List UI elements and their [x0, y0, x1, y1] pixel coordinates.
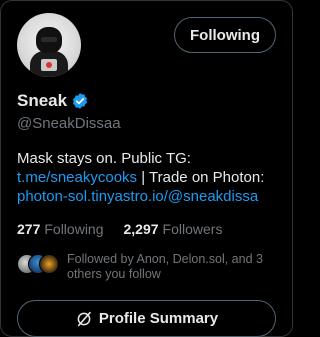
mutual-avatar — [39, 254, 59, 274]
bio: Mask stays on. Public TG: t.me/sneakycoo… — [17, 149, 276, 206]
profile-hover-card: Following Sneak @SneakDissaa Mask stays … — [0, 0, 293, 337]
followed-by-row[interactable]: Followed by Anon, Delon.sol, and 3 other… — [17, 252, 276, 284]
followers-label: Followers — [162, 221, 223, 237]
name-row: Sneak — [17, 91, 276, 111]
telegram-link[interactable]: t.me/sneakycooks — [17, 169, 137, 186]
follow-stats: 277 Following 2,297 Followers — [17, 220, 276, 238]
avatar-eyes — [41, 37, 57, 42]
followers-count: 2,297 — [123, 221, 159, 237]
bio-line-1: Mask stays on. Public TG: — [17, 150, 191, 167]
followed-by-text: Followed by Anon, Delon.sol, and 3 other… — [67, 252, 263, 281]
verified-badge-icon — [73, 93, 88, 109]
grok-summary-icon — [77, 311, 91, 326]
profile-summary-label: Profile Summary — [98, 310, 219, 327]
following-button[interactable]: Following — [174, 17, 276, 53]
display-name[interactable]: Sneak — [17, 91, 67, 111]
bio-line-2: t.me/sneakycooks | Trade on Photon: — [17, 168, 276, 187]
following-count: 277 — [17, 221, 41, 237]
mutual-avatars — [17, 254, 59, 276]
followers-stat[interactable]: 2,297 Followers — [124, 221, 223, 237]
bio-line-3: photon-sol.tinyastro.io/@sneakdissa — [17, 187, 276, 206]
card-header: Following — [17, 13, 276, 81]
following-stat[interactable]: 277 Following — [17, 221, 104, 237]
avatar[interactable] — [17, 13, 81, 77]
handle[interactable]: @SneakDissaa — [17, 115, 276, 135]
bio-line-2-text: | Trade on Photon: — [137, 169, 265, 186]
following-label: Following — [44, 221, 104, 237]
photon-link[interactable]: photon-sol.tinyastro.io/@sneakdissa — [17, 188, 258, 205]
avatar-patch — [41, 59, 57, 71]
profile-summary-button[interactable]: Profile Summary — [17, 300, 276, 337]
